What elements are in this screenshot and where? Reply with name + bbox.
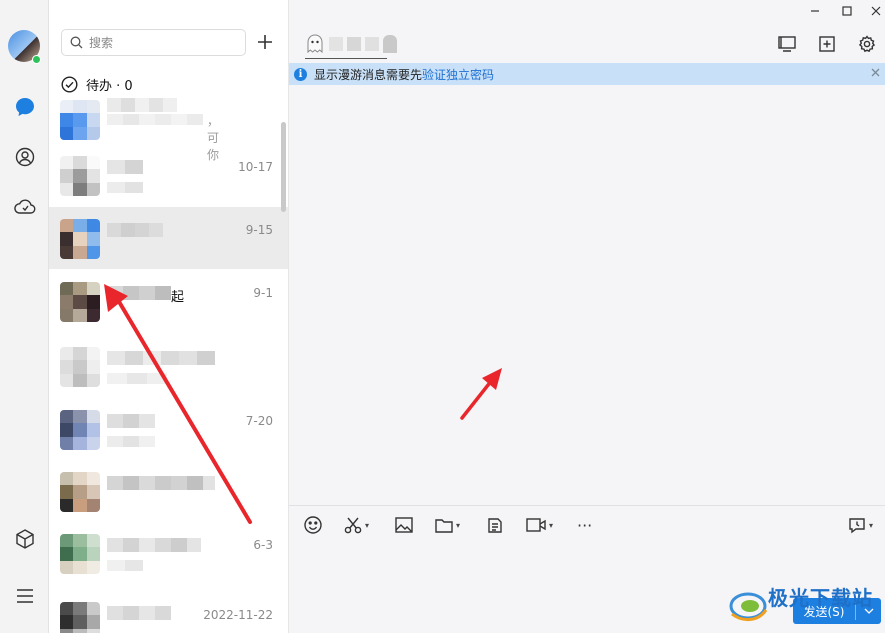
contact-item[interactable]: 2022-11-22 [49, 584, 288, 633]
contact-name-blurred [107, 476, 215, 492]
input-divider [289, 505, 885, 506]
ghost-icon [307, 34, 323, 54]
contact-avatar [60, 100, 100, 140]
cloud-nav-icon[interactable] [13, 195, 37, 219]
add-member-icon[interactable] [817, 34, 837, 54]
chat-nav-icon[interactable] [13, 95, 37, 119]
verify-password-link[interactable]: 验证独立密码 [422, 66, 494, 83]
close-window-icon[interactable] [867, 2, 885, 20]
contact-name-blurred [107, 286, 171, 302]
contact-time: 9-1 [253, 286, 273, 300]
folder-icon[interactable]: ▾ [434, 514, 460, 536]
screen-share-icon[interactable] [777, 34, 797, 54]
settings-gear-icon[interactable] [857, 34, 877, 54]
contact-time: 10-17 [238, 160, 273, 174]
video-call-icon[interactable]: ▾ [525, 514, 553, 536]
contact-preview-blurred [107, 436, 155, 448]
contact-item[interactable] [49, 460, 288, 522]
contact-name-blurred [107, 351, 215, 367]
contact-preview-blurred [107, 560, 143, 572]
contact-item-selected[interactable]: 9-15 [49, 207, 288, 269]
contact-name-blurred [107, 160, 143, 176]
image-icon[interactable] [394, 514, 414, 536]
contact-name-blurred [107, 538, 201, 554]
emoji-icon[interactable] [303, 514, 323, 536]
notice-text: 显示漫游消息需要先 [314, 67, 423, 82]
contact-preview-blurred [107, 373, 167, 385]
menu-icon[interactable] [13, 584, 37, 608]
contact-avatar [60, 347, 100, 387]
send-button[interactable]: 发送(S) [793, 598, 881, 624]
contacts-nav-icon[interactable] [13, 145, 37, 169]
nav-rail [0, 0, 49, 633]
chat-panel: i 显示漫游消息需要先 验证独立密码 ▾ ▾ ▾ ··· ▾ 发送(S) [289, 0, 885, 633]
send-button-label: 发送(S) [803, 604, 845, 619]
contact-name-blurred [107, 606, 171, 622]
notice-close-icon[interactable] [871, 66, 885, 80]
contact-time: 9-15 [245, 223, 273, 237]
search-icon [70, 36, 83, 49]
contact-avatar [60, 282, 100, 322]
chevron-down-icon[interactable]: ▾ [456, 521, 460, 530]
maximize-icon[interactable] [838, 2, 856, 20]
contact-preview-blurred: ，可你 [107, 114, 219, 162]
contact-avatar [60, 534, 100, 574]
contact-time: 7-20 [245, 414, 273, 428]
check-circle-icon [61, 76, 78, 93]
contact-item[interactable]: 10-17 [49, 144, 288, 206]
info-icon: i [294, 67, 307, 81]
add-icon[interactable] [254, 31, 276, 53]
contact-preview-blurred [107, 182, 143, 194]
contact-item[interactable] [49, 335, 288, 397]
contact-item[interactable]: 起 9-1 [49, 270, 288, 332]
contact-name-blurred [107, 414, 155, 430]
contact-name-blurred [107, 98, 177, 114]
contact-time: 2022-11-22 [203, 608, 273, 622]
screenshot-scissors-icon[interactable]: ▾ [343, 514, 369, 536]
doc-icon[interactable] [485, 514, 505, 536]
chevron-down-icon[interactable]: ▾ [869, 521, 873, 530]
contact-item[interactable]: 6-3 [49, 522, 288, 584]
contact-item[interactable]: 7-20 [49, 398, 288, 460]
conversation-list: 待办 · 0 ，可你 10-17 [49, 0, 289, 633]
chat-title-blurred [305, 32, 397, 56]
apps-cube-icon[interactable] [13, 527, 37, 551]
list-scrollbar[interactable] [281, 122, 286, 212]
chevron-down-icon[interactable]: ▾ [549, 521, 553, 530]
history-icon[interactable]: ▾ [847, 514, 873, 536]
contact-name-suffix: 起 [171, 290, 185, 305]
search-box[interactable] [61, 29, 246, 56]
more-icon[interactable]: ··· [577, 514, 592, 536]
contact-time: 6-3 [253, 538, 273, 552]
contact-name-blurred [107, 223, 163, 239]
contact-avatar [60, 219, 100, 259]
contact-avatar [60, 602, 100, 633]
title-underline [305, 58, 387, 59]
online-status-dot [32, 55, 41, 64]
contact-preview: ，可你 [207, 114, 220, 162]
contact-avatar [60, 472, 100, 512]
chevron-down-icon[interactable] [856, 608, 881, 614]
minimize-icon[interactable] [806, 2, 824, 20]
contact-avatar [60, 410, 100, 450]
search-input[interactable] [89, 35, 239, 50]
notice-bar: i 显示漫游消息需要先 验证独立密码 [289, 63, 885, 85]
contact-avatar [60, 156, 100, 196]
chevron-down-icon[interactable]: ▾ [365, 521, 369, 530]
